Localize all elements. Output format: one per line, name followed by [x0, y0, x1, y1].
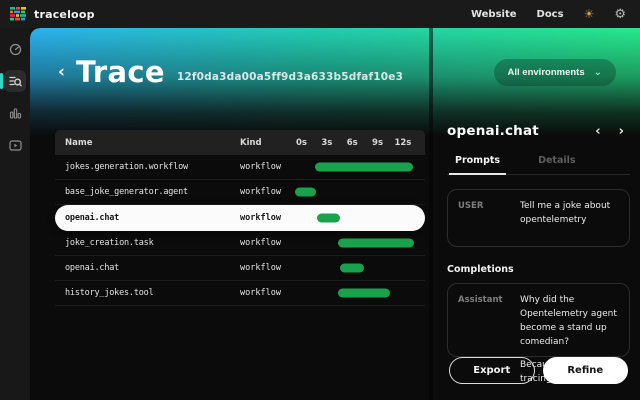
span-title: openai.chat: [447, 123, 539, 139]
span-name: history_jokes.tool: [55, 288, 240, 298]
traceloop-logo-icon: [10, 7, 27, 21]
completion-message-card: Assistant Why did the Opentelemetry agen…: [447, 283, 630, 357]
span-row[interactable]: base_joke_generator.agent workflow: [55, 180, 425, 205]
left-sidebar: [0, 28, 30, 400]
column-header-kind: Kind: [240, 138, 295, 148]
next-span-chevron-icon[interactable]: ›: [619, 125, 624, 138]
panel-tabs: Prompts Details: [447, 150, 630, 175]
top-nav: Website Docs ☀ ⚙: [471, 8, 626, 21]
sidebar-item-dashboard[interactable]: [4, 38, 26, 60]
panel-actions: Export Refine: [447, 357, 630, 384]
span-name: base_joke_generator.agent: [55, 187, 240, 197]
span-kind: workflow: [240, 213, 295, 223]
docs-link[interactable]: Docs: [537, 9, 564, 20]
span-kind: workflow: [240, 162, 295, 172]
span-duration-bar: [315, 163, 413, 172]
timeline-tick: 3s: [321, 138, 332, 148]
playground-video-icon: [9, 139, 22, 152]
span-kind: workflow: [240, 238, 295, 248]
span-timeline-lane: [295, 281, 425, 305]
refine-button[interactable]: Refine: [543, 357, 629, 384]
sidebar-item-traces[interactable]: [4, 70, 26, 92]
span-row[interactable]: openai.chat workflow: [55, 205, 425, 231]
timeline-axis: 0s 3s 6s 9s 12s: [295, 130, 425, 155]
sidebar-item-playground[interactable]: [4, 134, 26, 156]
timeline-tick: 9s: [372, 138, 383, 148]
prompt-text: Tell me a joke about opentelemetry: [520, 200, 619, 236]
span-name: openai.chat: [55, 263, 240, 273]
span-name: jokes.generation.workflow: [55, 162, 240, 172]
prev-span-chevron-icon[interactable]: ‹: [595, 125, 600, 138]
top-bar: traceloop Website Docs ☀ ⚙: [0, 0, 640, 28]
span-row[interactable]: joke_creation.task workflow: [55, 231, 425, 256]
completions-heading: Completions: [447, 264, 630, 275]
span-name: openai.chat: [55, 213, 240, 223]
timeline-tick: 12s: [394, 138, 411, 148]
span-kind: workflow: [240, 288, 295, 298]
span-row[interactable]: history_jokes.tool workflow: [55, 281, 425, 306]
column-header-name: Name: [55, 138, 240, 148]
brand-name: traceloop: [34, 8, 95, 21]
main-content: ‹ Trace 12f0da3da00a5ff9d3a633b5dfaf10e3…: [30, 28, 640, 400]
span-detail-panel: openai.chat ‹ › Prompts Details USER Tel…: [433, 28, 640, 400]
website-link[interactable]: Website: [471, 9, 517, 20]
span-kind: workflow: [240, 263, 295, 273]
span-duration-bar: [338, 289, 390, 298]
spans-table-header: Name Kind 0s 3s 6s 9s 12s: [55, 130, 425, 155]
spans-table: Name Kind 0s 3s 6s 9s 12s jokes.generation.w…: [55, 130, 425, 306]
span-pager: ‹ ›: [595, 125, 630, 138]
brand[interactable]: traceloop: [10, 7, 95, 21]
metrics-bar-chart-icon: [9, 107, 22, 120]
settings-gear-icon[interactable]: ⚙: [614, 8, 626, 21]
panel-divider: [429, 28, 433, 400]
traces-search-icon: [9, 75, 22, 88]
prompt-role-label: USER: [458, 200, 514, 236]
panel-header: openai.chat ‹ ›: [447, 123, 630, 139]
span-name: joke_creation.task: [55, 238, 240, 248]
span-kind: workflow: [240, 187, 295, 197]
tab-details[interactable]: Details: [532, 150, 581, 175]
sidebar-item-metrics[interactable]: [4, 102, 26, 124]
span-timeline-lane: [295, 256, 425, 280]
prompt-message-card: USER Tell me a joke about opentelemetry: [447, 189, 630, 247]
span-timeline-lane: [295, 180, 425, 204]
span-row[interactable]: openai.chat workflow: [55, 256, 425, 281]
span-duration-bar: [338, 239, 414, 248]
span-duration-bar: [317, 213, 340, 222]
span-timeline-lane: [295, 205, 425, 230]
traceloop-app: traceloop Website Docs ☀ ⚙: [0, 0, 640, 400]
export-button[interactable]: Export: [449, 357, 535, 384]
timeline-tick: 0s: [296, 138, 307, 148]
span-duration-bar: [295, 188, 316, 197]
span-timeline-lane: [295, 155, 425, 179]
page-title: Trace: [76, 58, 165, 87]
spans-table-body: jokes.generation.workflow workflow base_…: [55, 155, 425, 306]
span-duration-bar: [340, 264, 364, 273]
tab-prompts[interactable]: Prompts: [449, 150, 506, 175]
dashboard-icon: [9, 43, 22, 56]
span-timeline-lane: [295, 231, 425, 255]
timeline-tick: 6s: [347, 138, 358, 148]
back-chevron-icon[interactable]: ‹: [58, 64, 65, 81]
theme-toggle-sun-icon[interactable]: ☀: [584, 8, 595, 20]
span-row[interactable]: jokes.generation.workflow workflow: [55, 155, 425, 180]
trace-id: 12f0da3da00a5ff9d3a633b5dfaf10e3: [177, 71, 403, 87]
